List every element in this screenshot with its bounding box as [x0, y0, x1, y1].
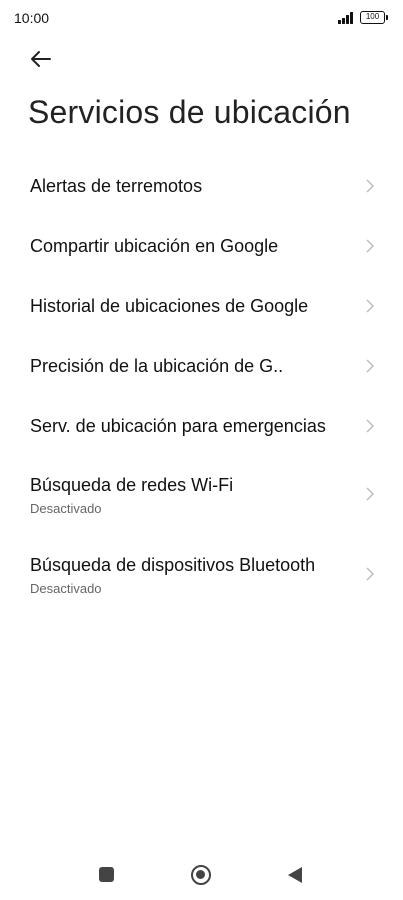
chevron-right-icon	[366, 179, 374, 193]
item-status: Desactivado	[30, 501, 102, 516]
page-title: Servicios de ubicación	[28, 94, 351, 130]
battery-icon: 100	[360, 11, 388, 24]
item-label: Serv. de ubicación para emergencias	[30, 416, 326, 436]
battery-level: 100	[365, 12, 380, 21]
chevron-right-icon	[366, 487, 374, 501]
list-item-wifi-scanning[interactable]: Búsqueda de redes Wi-Fi Desactivado	[0, 455, 403, 535]
list-item-emergency-location-service[interactable]: Serv. de ubicación para emergencias	[0, 395, 403, 455]
back-button[interactable]	[26, 45, 56, 73]
chevron-right-icon	[366, 299, 374, 313]
back-arrow-icon	[31, 51, 51, 67]
triangle-back-icon[interactable]	[287, 866, 303, 884]
item-label: Precisión de la ubicación de G..	[30, 356, 284, 376]
list-item-bluetooth-scanning[interactable]: Búsqueda de dispositivos Bluetooth Desac…	[0, 535, 403, 615]
status-bar: 10:00 100	[0, 0, 403, 36]
signal-icon	[338, 12, 356, 24]
chevron-right-icon	[366, 359, 374, 373]
navigation-bar	[0, 845, 403, 900]
list-item-earthquake-alerts[interactable]: Alertas de terremotos	[0, 155, 403, 215]
item-label: Alertas de terremotos	[30, 176, 203, 196]
item-label: Búsqueda de dispositivos Bluetooth	[30, 555, 316, 575]
circle-home-icon[interactable]	[191, 865, 211, 885]
chevron-right-icon	[366, 567, 374, 581]
square-recents-icon[interactable]	[99, 867, 114, 882]
item-label: Compartir ubicación en Google	[30, 236, 279, 256]
chevron-right-icon	[366, 419, 374, 433]
list-item-google-location-history[interactable]: Historial de ubicaciones de Google	[0, 275, 403, 335]
item-label: Historial de ubicaciones de Google	[30, 296, 309, 316]
location-services-screen: 10:00 100 Servicios de ubicación Alertas…	[0, 0, 403, 900]
item-label: Búsqueda de redes Wi-Fi	[30, 475, 234, 495]
list-item-google-location-sharing[interactable]: Compartir ubicación en Google	[0, 215, 403, 275]
settings-list: Alertas de terremotos Compartir ubicació…	[0, 155, 403, 615]
status-time: 10:00	[14, 10, 50, 26]
chevron-right-icon	[366, 239, 374, 253]
item-status: Desactivado	[30, 581, 102, 596]
list-item-google-location-accuracy[interactable]: Precisión de la ubicación de G..	[0, 335, 403, 395]
